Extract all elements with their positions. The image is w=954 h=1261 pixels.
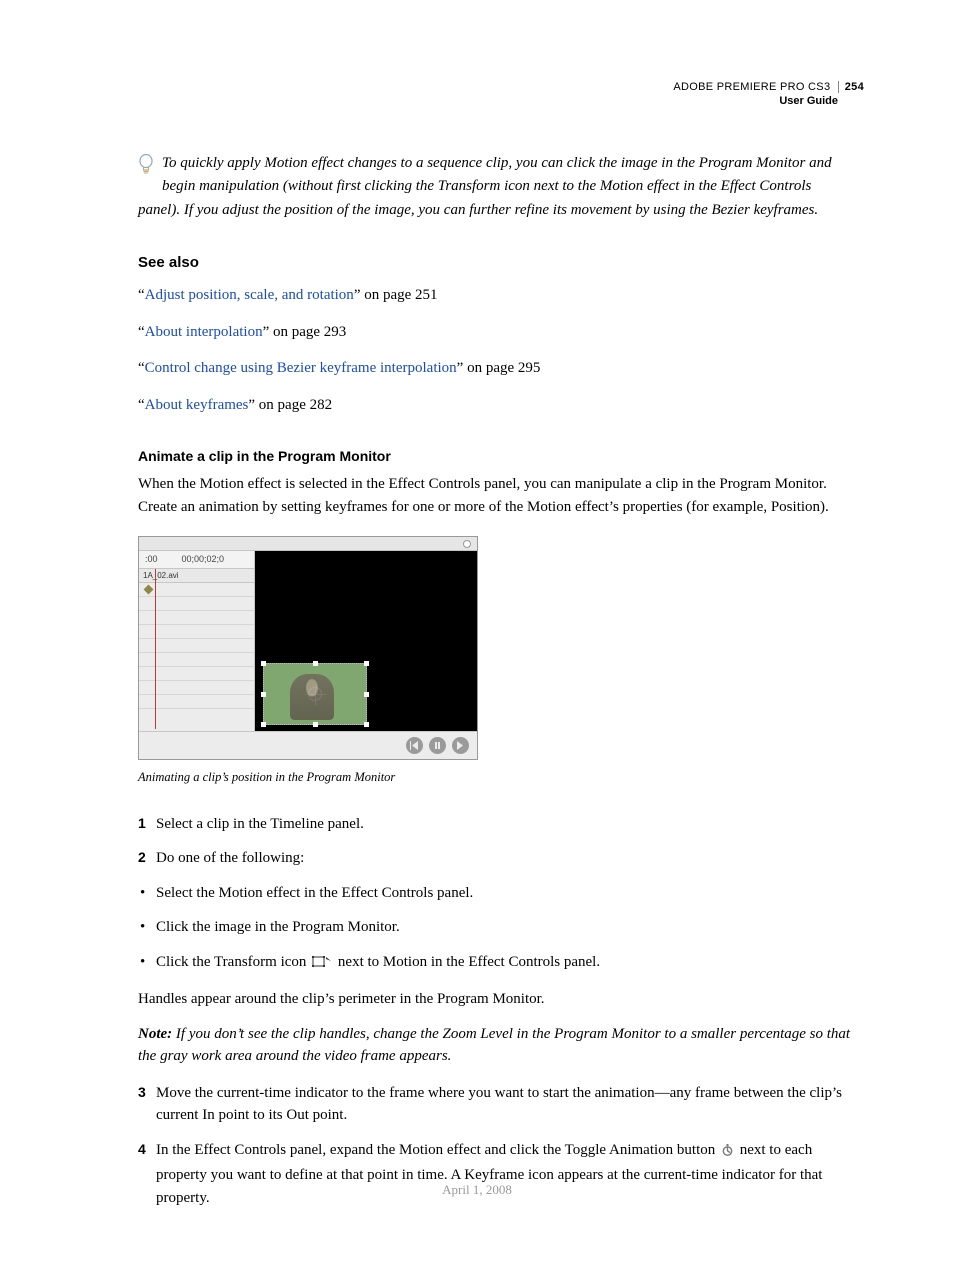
selected-clip	[263, 663, 367, 725]
resize-handle	[313, 661, 318, 666]
figure: :00 00;00;02;0 1A_02.avi	[138, 536, 864, 787]
lightbulb-icon	[138, 154, 158, 184]
step-1: 1 Select a clip in the Timeline panel.	[138, 813, 864, 836]
xref-line: “About interpolation” on page 293	[138, 321, 864, 344]
product-name: ADOBE PREMIERE PRO CS3	[673, 81, 830, 93]
resize-handle	[261, 692, 266, 697]
step-back-icon	[406, 737, 423, 754]
xref-link[interactable]: Adjust position, scale, and rotation	[145, 287, 354, 303]
footer-date: April 1, 2008	[0, 1180, 954, 1200]
step-text: Select a clip in the Timeline panel.	[156, 813, 864, 836]
bullet-text: Click the image in the Program Monitor.	[156, 916, 864, 939]
page-number: 254	[838, 81, 864, 93]
section-heading: Animate a clip in the Program Monitor	[138, 446, 864, 467]
step-3: 3 Move the current-time indicator to the…	[138, 1082, 864, 1127]
resize-handle	[261, 661, 266, 666]
playhead-icon	[155, 569, 156, 729]
xref-line: “About keyframes” on page 282	[138, 394, 864, 417]
resize-handle	[364, 692, 369, 697]
note-label: Note:	[138, 1026, 172, 1042]
step-number: 3	[138, 1082, 156, 1127]
xref-link[interactable]: Control change using Bezier keyframe int…	[145, 360, 457, 376]
body-text: Handles appear around the clip’s perimet…	[138, 988, 864, 1011]
note: Note: If you don’t see the clip handles,…	[138, 1023, 864, 1068]
tip-text: To quickly apply Motion effect changes t…	[162, 152, 864, 197]
xref-link[interactable]: About keyframes	[145, 397, 249, 413]
transform-icon	[312, 954, 332, 977]
ruler-start: :00	[145, 553, 158, 567]
resize-handle	[364, 722, 369, 727]
toggle-animation-icon	[721, 1142, 734, 1165]
bullet-icon: •	[138, 882, 156, 905]
note-body: If you don’t see the clip handles, chang…	[138, 1026, 850, 1065]
track-label: 1A_02.avi	[139, 569, 254, 583]
pause-icon	[429, 737, 446, 754]
figure-caption: Animating a clip’s position in the Progr…	[138, 768, 864, 787]
bullet-text: Select the Motion effect in the Effect C…	[156, 882, 864, 905]
bullet-icon: •	[138, 951, 156, 977]
anchor-point-icon	[308, 687, 322, 701]
resize-handle	[261, 722, 266, 727]
resize-handle	[313, 722, 318, 727]
list-item: • Select the Motion effect in the Effect…	[138, 882, 864, 905]
bullet-icon: •	[138, 916, 156, 939]
section-intro: When the Motion effect is selected in th…	[138, 473, 864, 518]
see-also-heading: See also	[138, 252, 864, 275]
xref-line: “Control change using Bezier keyframe in…	[138, 357, 864, 380]
tip-text-cont: panel). If you adjust the position of th…	[138, 199, 864, 222]
step-number: 1	[138, 813, 156, 836]
step-text: Do one of the following:	[156, 847, 864, 870]
doc-title: User Guide	[673, 94, 864, 108]
program-monitor-figure: :00 00;00;02;0 1A_02.avi	[138, 536, 478, 760]
program-monitor-viewport	[255, 551, 477, 731]
list-item: • Click the image in the Program Monitor…	[138, 916, 864, 939]
bullet-text: Click the Transform icon next to Motion …	[156, 951, 864, 977]
list-item: • Click the Transform icon next to Motio…	[138, 951, 864, 977]
step-forward-icon	[452, 737, 469, 754]
keyframe-icon	[144, 585, 154, 595]
xref-line: “Adjust position, scale, and rotation” o…	[138, 284, 864, 307]
effect-controls-timeline: :00 00;00;02;0 1A_02.avi	[139, 551, 255, 731]
tip-block: To quickly apply Motion effect changes t…	[138, 152, 864, 197]
step-text: Move the current-time indicator to the f…	[156, 1082, 864, 1127]
step-2: 2 Do one of the following:	[138, 847, 864, 870]
panel-menu-icon	[463, 540, 471, 548]
xref-link[interactable]: About interpolation	[145, 324, 263, 340]
ruler-time: 00;00;02;0	[182, 553, 225, 567]
page-header: ADOBE PREMIERE PRO CS3 254 User Guide	[673, 80, 864, 109]
step-number: 2	[138, 847, 156, 870]
resize-handle	[364, 661, 369, 666]
